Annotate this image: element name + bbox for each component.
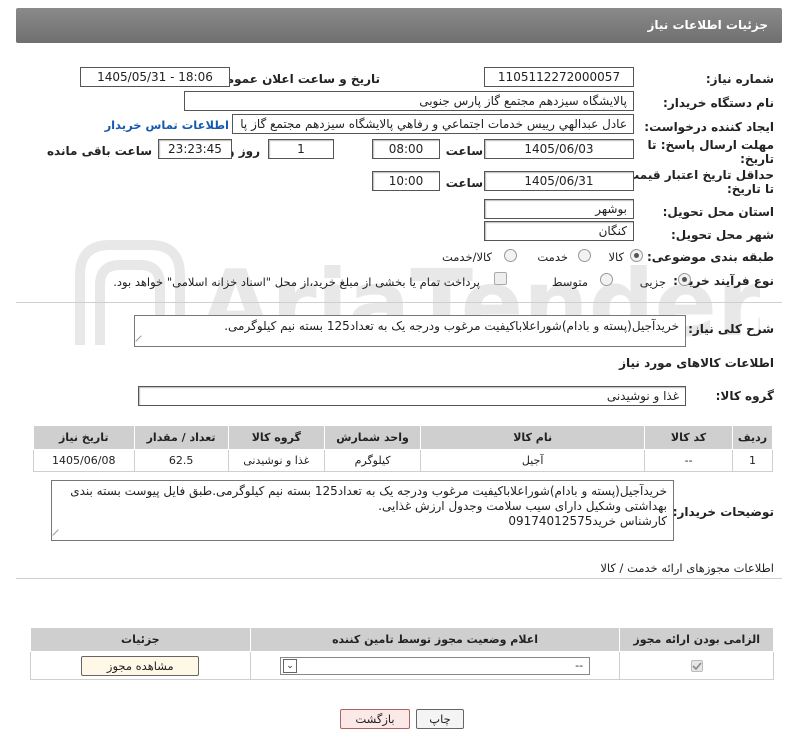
table-row: 1 -- آجیل کیلوگرم غذا و نوشیدنی 62.5 140… <box>33 449 773 472</box>
separator <box>16 578 782 579</box>
permits-table: الزامی بودن ارائه مجوز اعلام وضعیت مجوز … <box>30 627 774 680</box>
category-radio-service[interactable] <box>578 249 591 262</box>
required-checkbox <box>690 660 703 672</box>
category-option-goods: کالا <box>608 250 624 264</box>
description-text: خریدآجیل(پسته و بادام)شوراعلاباکیفیت مرغ… <box>224 319 679 333</box>
requester-label: ایجاد کننده درخواست: <box>644 120 774 134</box>
price-deadline-label-2: تا تاریخ: <box>726 182 774 196</box>
category-radio-goods[interactable] <box>630 249 643 262</box>
cell-unit: کیلوگرم <box>323 449 422 472</box>
goods-section-title: اطلاعات کالاهای مورد نیاز <box>619 356 774 370</box>
days-field: 1 <box>268 139 334 159</box>
price-hour-label: ساعت <box>445 176 483 190</box>
announce-field: 1405/05/31 - 18:06 <box>80 67 230 87</box>
process-radio-minor[interactable] <box>678 273 691 286</box>
category-option-service: خدمت <box>537 250 568 264</box>
goods-group-label: گروه کالا: <box>715 389 774 403</box>
back-button[interactable]: بازگشت <box>340 709 410 729</box>
contact-info-link[interactable]: اطلاعات تماس خریدار <box>105 118 229 132</box>
remaining-label: ساعت باقی مانده <box>46 144 152 158</box>
city-label: شهر محل تحویل: <box>670 228 774 242</box>
goods-col-date: تاریخ نیاز <box>33 425 135 450</box>
province-field: بوشهر <box>484 199 634 219</box>
reply-deadline-label-2: تاریخ: <box>740 152 774 166</box>
days-label: روز و <box>227 144 260 158</box>
reply-deadline-label: مهلت ارسال پاسخ: تا <box>647 138 775 152</box>
page-header: جزئیات اطلاعات نیاز <box>16 8 782 43</box>
cell-qty: 62.5 <box>133 449 229 472</box>
process-option-minor: جزیی <box>639 275 666 289</box>
permits-section-title: اطلاعات مجوزهای ارائه خدمت / کالا <box>600 561 774 575</box>
cell-name: آجیل <box>420 449 646 472</box>
category-option-goods-service: کالا/خدمت <box>441 250 492 264</box>
payment-note: پرداخت تمام یا بخشی از مبلغ خرید،از محل … <box>113 275 480 289</box>
requester-field: عادل عبدالهي رييس خدمات اجتماعي و رفاهي … <box>232 114 634 134</box>
permits-table-header: الزامی بودن ارائه مجوز اعلام وضعیت مجوز … <box>30 627 774 652</box>
city-field: کنگان <box>484 221 634 241</box>
reply-time-field: 08:00 <box>372 139 440 159</box>
payment-checkbox[interactable] <box>494 272 507 285</box>
goods-col-row: ردیف <box>732 425 773 450</box>
goods-table-header: ردیف کد کالا نام کالا واحد شمارش گروه کا… <box>33 425 773 450</box>
reply-hour-label: ساعت <box>445 144 483 158</box>
announce-label: تاریخ و ساعت اعلان عمومی: <box>209 72 380 86</box>
description-textarea: خریدآجیل(پسته و بادام)شوراعلاباکیفیت مرغ… <box>134 315 686 347</box>
remaining-time-field: 23:23:45 <box>158 139 232 159</box>
permits-col-details: جزئیات <box>30 627 251 652</box>
goods-group-field: غذا و نوشیدنی <box>138 386 686 406</box>
goods-col-code: کد کالا <box>644 425 734 450</box>
goods-col-name: نام کالا <box>420 425 646 450</box>
category-label: طبقه بندی موضوعی: <box>646 250 774 264</box>
permits-col-required: الزامی بودن ارائه مجوز <box>619 627 774 652</box>
buyer-notes-textarea: خریدآجیل(پسته و بادام)شوراعلاباکیفیت مرغ… <box>51 480 674 541</box>
description-label: شرح کلی نیاز: <box>688 322 774 336</box>
goods-col-unit: واحد شمارش <box>323 425 422 450</box>
reply-date-field: 1405/06/03 <box>484 139 634 159</box>
buyer-notes-line-1: خریدآجیل(پسته و بادام)شوراعلاباکیفیت مرغ… <box>70 484 667 498</box>
permits-required-cell <box>619 651 774 680</box>
category-radio-goods-service[interactable] <box>504 249 517 262</box>
cell-date: 1405/06/08 <box>33 449 135 472</box>
goods-col-qty: تعداد / مقدار <box>133 425 229 450</box>
buyer-org-label: نام دستگاه خریدار: <box>663 96 774 110</box>
table-row: ⌄ -- مشاهده مجوز <box>30 651 774 680</box>
buyer-org-field: پالایشگاه سیزدهم مجتمع گاز پارس جنوبی <box>184 91 634 111</box>
process-radio-medium[interactable] <box>600 273 613 286</box>
province-label: استان محل تحویل: <box>662 205 774 219</box>
need-number-label: شماره نیاز: <box>705 72 774 86</box>
buyer-notes-line-3: کارشناس خرید09174012575 <box>508 514 667 528</box>
page-title: جزئیات اطلاعات نیاز <box>647 18 768 32</box>
permit-status-select[interactable]: ⌄ -- <box>280 656 591 675</box>
permits-details-cell: مشاهده مجوز <box>30 651 251 680</box>
goods-col-group: گروه کالا <box>227 425 325 450</box>
resize-handle-icon[interactable] <box>135 335 147 346</box>
chevron-down-icon: ⌄ <box>283 658 298 673</box>
check-icon <box>692 662 702 671</box>
goods-table: ردیف کد کالا نام کالا واحد شمارش گروه کا… <box>33 425 773 472</box>
price-time-field: 10:00 <box>372 171 440 191</box>
cell-group: غذا و نوشیدنی <box>227 449 325 472</box>
need-number-field: 1105112272000057 <box>484 67 634 87</box>
process-option-medium: متوسط <box>551 275 588 289</box>
price-date-field: 1405/06/31 <box>484 171 634 191</box>
permit-status-value: -- <box>575 658 584 672</box>
buyer-notes-label: توضیحات خریدار: <box>672 505 774 519</box>
cell-row: 1 <box>732 449 773 472</box>
separator <box>16 302 782 303</box>
print-button[interactable]: چاپ <box>416 709 464 729</box>
permits-col-status: اعلام وضعیت مجوز توسط تامین کننده <box>249 627 621 652</box>
price-deadline-label: حداقل تاریخ اعتبار قیمت: <box>622 168 774 182</box>
buyer-notes-line-2: بهداشتی وشکیل دارای سیب سلامت وجدول ارزش… <box>378 499 667 513</box>
view-permit-button[interactable]: مشاهده مجوز <box>81 655 200 676</box>
cell-code: -- <box>644 449 734 472</box>
permits-status-cell: ⌄ -- <box>249 651 621 680</box>
resize-handle-icon[interactable] <box>52 529 64 540</box>
